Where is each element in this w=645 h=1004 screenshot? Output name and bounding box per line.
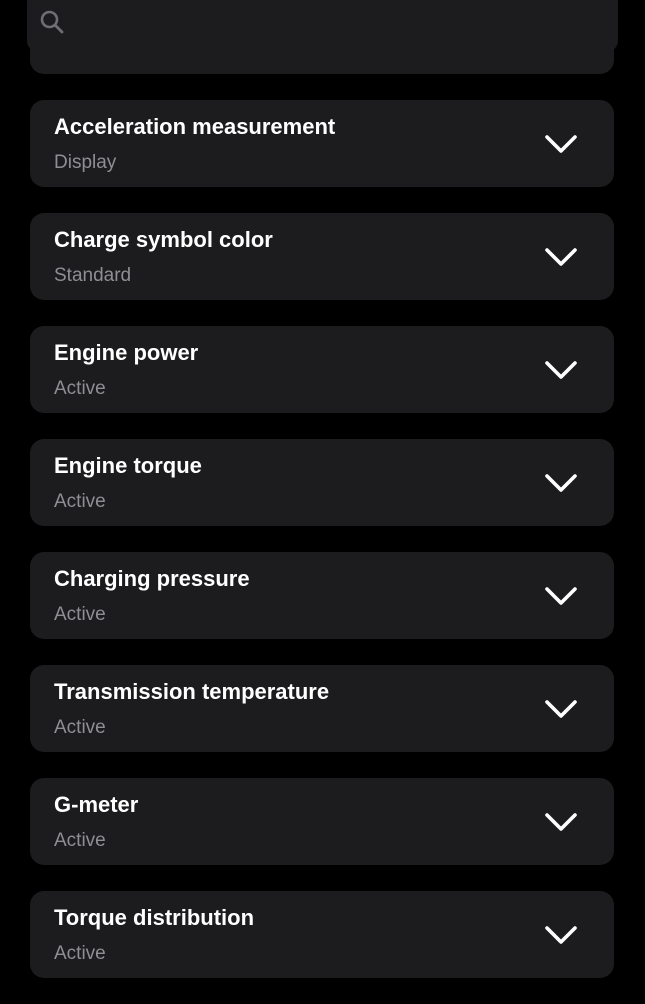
chevron-down-icon[interactable] bbox=[544, 132, 578, 156]
chevron-down-icon[interactable] bbox=[544, 358, 578, 382]
search-bar[interactable] bbox=[27, 0, 618, 51]
setting-row-engine-torque[interactable]: Engine torque Active bbox=[30, 439, 614, 526]
setting-value: Active bbox=[54, 943, 106, 964]
setting-value: Active bbox=[54, 604, 106, 625]
setting-value: Display bbox=[54, 152, 117, 173]
list-item-partial[interactable] bbox=[30, 48, 614, 74]
settings-list: Acceleration measurement Display Charge … bbox=[30, 100, 614, 1004]
chevron-down-icon[interactable] bbox=[544, 923, 578, 947]
setting-row-g-meter[interactable]: G-meter Active bbox=[30, 778, 614, 865]
setting-value: Active bbox=[54, 491, 106, 512]
setting-value: Standard bbox=[54, 265, 132, 286]
setting-row-engine-power[interactable]: Engine power Active bbox=[30, 326, 614, 413]
search-input[interactable] bbox=[77, 6, 601, 42]
setting-value: Active bbox=[54, 830, 106, 851]
setting-value: Active bbox=[54, 717, 106, 738]
setting-title: Charge symbol color bbox=[54, 227, 273, 252]
setting-title: Engine torque bbox=[54, 453, 202, 478]
setting-title: Engine power bbox=[54, 340, 199, 365]
chevron-down-icon[interactable] bbox=[544, 584, 578, 608]
setting-value: Active bbox=[54, 378, 106, 399]
setting-row-acceleration-measurement[interactable]: Acceleration measurement Display bbox=[30, 100, 614, 187]
chevron-down-icon[interactable] bbox=[544, 245, 578, 269]
chevron-down-icon[interactable] bbox=[544, 697, 578, 721]
setting-row-transmission-temperature[interactable]: Transmission temperature Active bbox=[30, 665, 614, 752]
setting-title: Charging pressure bbox=[54, 566, 250, 591]
setting-title: Transmission temperature bbox=[54, 679, 330, 704]
setting-title: Torque distribution bbox=[54, 905, 255, 930]
chevron-down-icon[interactable] bbox=[544, 810, 578, 834]
setting-row-charging-pressure[interactable]: Charging pressure Active bbox=[30, 552, 614, 639]
setting-title: G-meter bbox=[54, 792, 139, 817]
search-icon bbox=[40, 10, 64, 34]
chevron-down-icon[interactable] bbox=[544, 471, 578, 495]
setting-row-charge-symbol-color[interactable]: Charge symbol color Standard bbox=[30, 213, 614, 300]
setting-row-torque-distribution[interactable]: Torque distribution Active bbox=[30, 891, 614, 978]
setting-title: Acceleration measurement bbox=[54, 114, 336, 139]
